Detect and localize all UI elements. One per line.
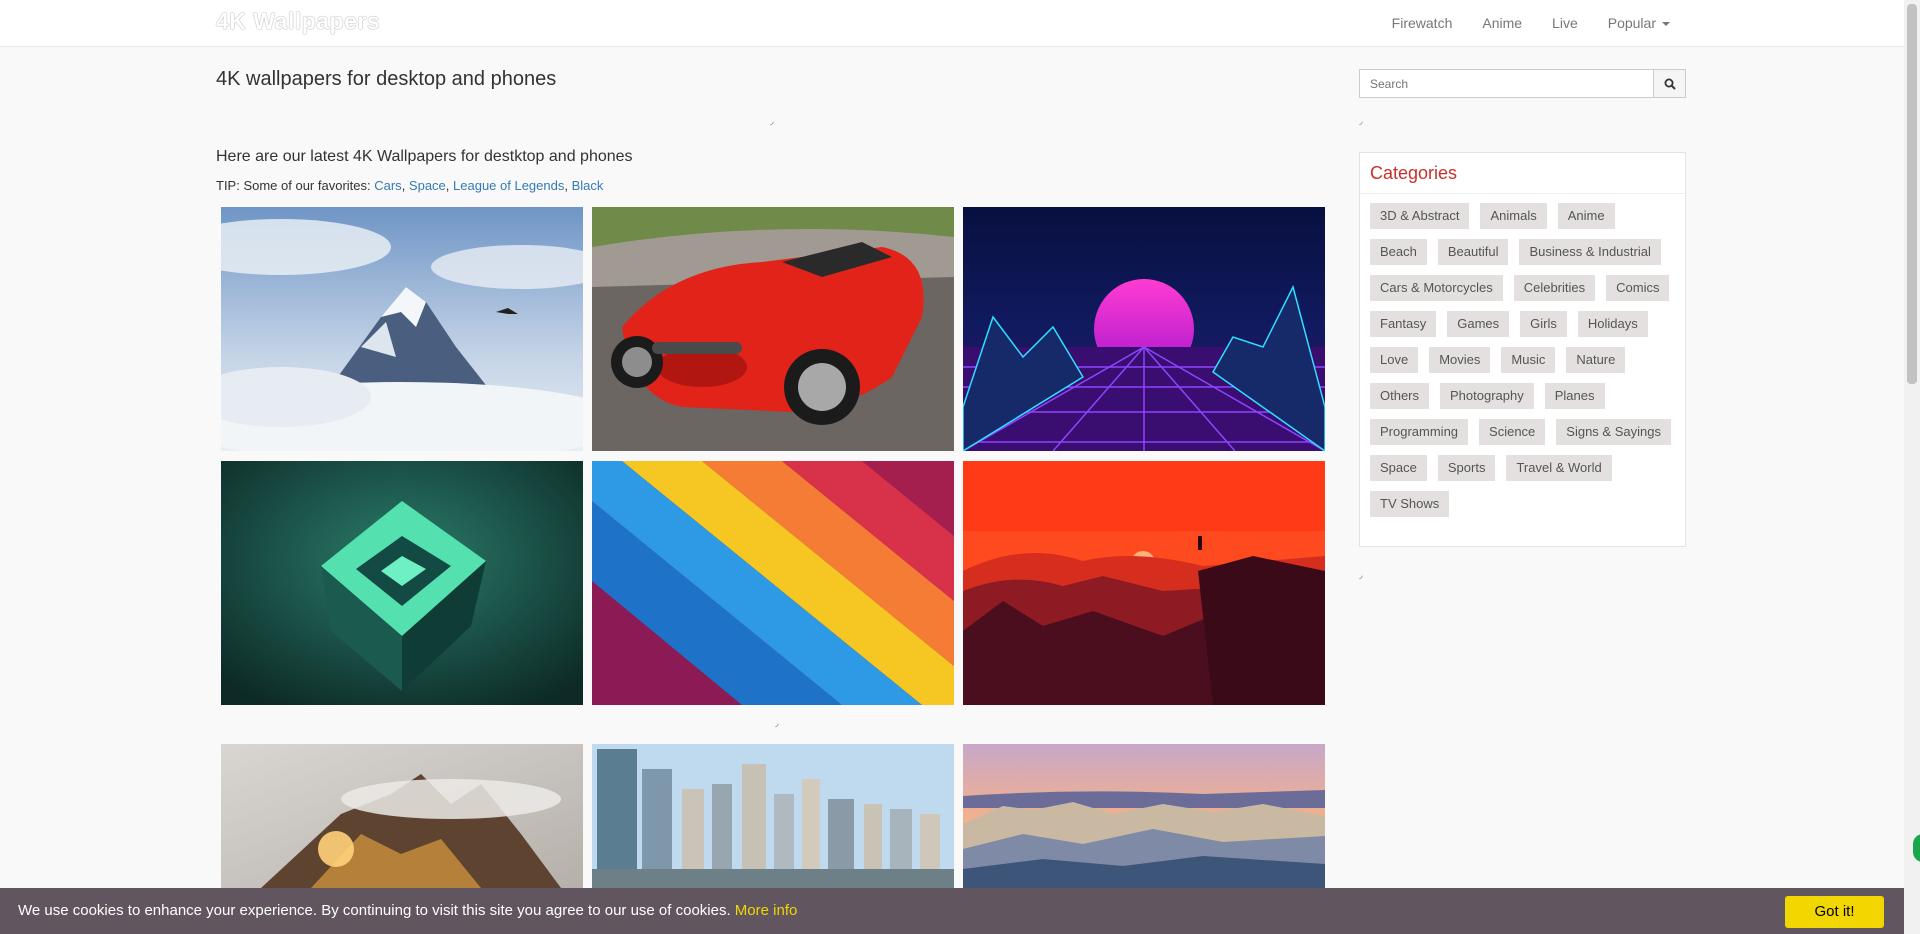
wallpaper-thumbnail[interactable]	[963, 207, 1325, 451]
categories-panel: Categories 3D & Abstract Animals Anime B…	[1359, 152, 1686, 547]
favorite-link-cars[interactable]: Cars	[374, 178, 401, 193]
category-tag-list: 3D & Abstract Animals Anime Beach Beauti…	[1360, 194, 1685, 527]
category-tag[interactable]: Others	[1370, 383, 1430, 409]
abstract-cube-image	[221, 461, 583, 705]
page-title: 4K wallpapers for desktop and phones	[216, 68, 557, 90]
ad-placeholder: ◞	[1359, 570, 1363, 580]
wallpaper-thumbnail[interactable]	[221, 461, 583, 705]
favorites-tip: TIP: Some of our favorites: Cars, Space,…	[216, 178, 604, 193]
category-tag[interactable]: Planes	[1544, 383, 1605, 409]
category-tag[interactable]: Music	[1501, 347, 1556, 373]
badlands-image	[963, 744, 1325, 888]
category-tag[interactable]: Beautiful	[1437, 239, 1509, 265]
search-icon	[1664, 78, 1676, 90]
nav-link-firewatch[interactable]: Firewatch	[1392, 15, 1453, 31]
wallpaper-thumbnail[interactable]	[592, 207, 954, 451]
page-scrollbar[interactable]	[1904, 0, 1920, 934]
car-image	[592, 207, 954, 451]
favorite-link-space[interactable]: Space	[409, 178, 446, 193]
cookie-message: We use cookies to enhance your experienc…	[18, 902, 797, 919]
category-tag[interactable]: Anime	[1557, 203, 1615, 229]
category-tag[interactable]: Photography	[1440, 383, 1534, 409]
category-tag[interactable]: Business & Industrial	[1519, 239, 1661, 265]
category-tag[interactable]: Girls	[1520, 311, 1567, 337]
category-tag[interactable]: TV Shows	[1370, 491, 1450, 517]
category-tag[interactable]: Beach	[1370, 239, 1427, 265]
favorite-link-black[interactable]: Black	[572, 178, 604, 193]
nav-link-live[interactable]: Live	[1552, 15, 1578, 31]
category-tag[interactable]: Programming	[1370, 419, 1469, 445]
cookie-accept-button[interactable]: Got it!	[1785, 896, 1884, 928]
wallpaper-thumbnail[interactable]	[221, 744, 583, 888]
wallpaper-thumbnail[interactable]	[963, 461, 1325, 705]
wallpaper-thumbnail[interactable]	[963, 744, 1325, 888]
wallpaper-thumbnail[interactable]	[592, 744, 954, 888]
cookie-more-info-link[interactable]: More info	[735, 902, 798, 919]
category-tag[interactable]: Celebrities	[1513, 275, 1596, 301]
category-tag[interactable]: Nature	[1566, 347, 1626, 373]
search-button[interactable]	[1653, 69, 1686, 98]
firewatch-sunset-image	[963, 461, 1325, 705]
city-skyline-image	[592, 744, 954, 888]
section-subtitle: Here are our latest 4K Wallpapers for de…	[216, 148, 633, 165]
category-tag[interactable]: Cars & Motorcycles	[1370, 275, 1503, 301]
category-tag[interactable]: Signs & Sayings	[1556, 419, 1671, 445]
category-tag[interactable]: Comics	[1606, 275, 1670, 301]
tip-prefix: TIP: Some of our favorites:	[216, 178, 375, 193]
synthwave-image	[963, 207, 1325, 451]
category-tag[interactable]: Animals	[1480, 203, 1547, 229]
foggy-mountains-image	[221, 744, 583, 888]
category-tag[interactable]: Holidays	[1577, 311, 1648, 337]
nav-link-anime[interactable]: Anime	[1482, 15, 1522, 31]
scrollbar-thumb[interactable]	[1907, 4, 1917, 384]
ad-placeholder: ◞	[1359, 116, 1363, 126]
category-tag[interactable]: Space	[1370, 455, 1427, 481]
caret-down-icon	[1662, 22, 1670, 27]
ad-placeholder: ◞	[775, 718, 779, 728]
ad-placeholder: ◞	[770, 116, 774, 126]
category-tag[interactable]: Games	[1447, 311, 1510, 337]
nav-links: Firewatch Anime Live Popular	[1362, 0, 1670, 46]
wallpaper-thumbnail[interactable]	[592, 461, 954, 705]
cookie-banner: We use cookies to enhance your experienc…	[0, 888, 1904, 934]
category-tag[interactable]: Fantasy	[1370, 311, 1437, 337]
site-logo[interactable]: 4K Wallpapers	[216, 8, 380, 35]
category-tag[interactable]: Travel & World	[1506, 455, 1612, 481]
search-input[interactable]	[1360, 70, 1670, 97]
categories-title: Categories	[1360, 153, 1685, 194]
stripes-image	[592, 461, 954, 705]
category-tag[interactable]: 3D & Abstract	[1370, 203, 1470, 229]
search-box	[1359, 69, 1685, 98]
nav-dropdown-label: Popular	[1607, 15, 1656, 31]
mountain-image	[221, 207, 583, 451]
category-tag[interactable]: Sports	[1437, 455, 1496, 481]
category-tag[interactable]: Science	[1479, 419, 1546, 445]
top-navbar: 4K Wallpapers Firewatch Anime Live Popul…	[0, 0, 1904, 47]
favorite-link-league-of-legends[interactable]: League of Legends	[453, 178, 564, 193]
category-tag[interactable]: Movies	[1429, 347, 1491, 373]
nav-dropdown-popular[interactable]: Popular	[1608, 15, 1670, 31]
cookie-text: We use cookies to enhance your experienc…	[18, 902, 731, 919]
category-tag[interactable]: Love	[1370, 347, 1419, 373]
wallpaper-thumbnail[interactable]	[221, 207, 583, 451]
floating-widget[interactable]	[1913, 834, 1920, 862]
